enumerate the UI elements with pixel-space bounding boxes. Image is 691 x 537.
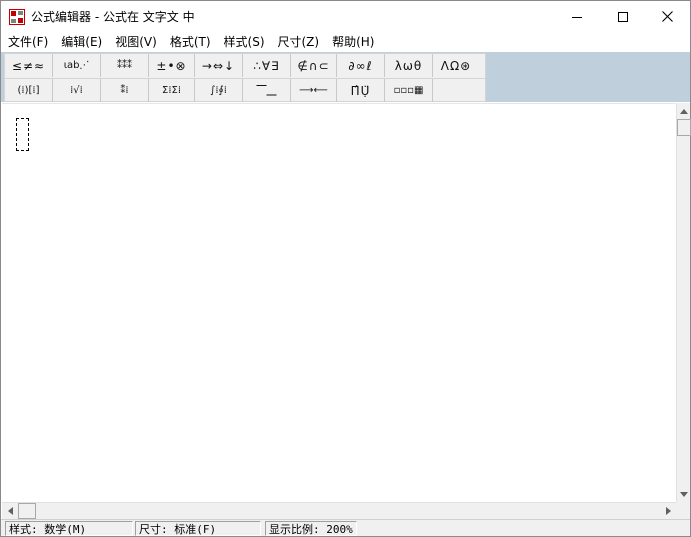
menu-style[interactable]: 样式(S): [217, 32, 271, 52]
integrals-template-button[interactable]: ∫⁞∮⁞: [195, 79, 243, 102]
products-set-template-button[interactable]: Π̂Ụ̈: [337, 79, 385, 102]
operators-palette-button[interactable]: ±•⊗: [149, 54, 195, 77]
maximize-icon: [618, 11, 628, 22]
scroll-down-button[interactable]: [677, 486, 691, 502]
scroll-right-arrow-icon: [665, 507, 671, 515]
equation-editor-window: 公式编辑器 - 公式在 文字文 中 文件(F) 编辑(E) 视图(V) 格式(T…: [0, 0, 691, 537]
scroll-up-button[interactable]: [677, 103, 691, 119]
template-palette-row: (⁞)[⁞] ⁞√⁞ ⁑⁞ Σ⁞Σ⁞ ∫⁞∮⁞ ⎺⎽ ⟶⟵ Π̂Ụ̈ ▫▫▫▦: [5, 78, 485, 102]
window-title: 公式编辑器 - 公式在 文字文 中: [31, 10, 195, 24]
scrollbar-corner: [676, 502, 690, 519]
subscript-superscript-template-button[interactable]: ⁑⁞: [101, 79, 149, 102]
title-bar: 公式编辑器 - 公式在 文字文 中: [1, 1, 690, 32]
menu-file[interactable]: 文件(F): [1, 32, 54, 52]
set-theory-palette-button[interactable]: ∉∩⊂: [291, 54, 337, 77]
logic-palette-button[interactable]: ∴∀∃: [243, 54, 291, 77]
status-style: 样式: 数学(M): [5, 521, 133, 536]
horizontal-scrollbar[interactable]: [2, 502, 676, 519]
scroll-down-arrow-icon: [680, 491, 688, 497]
vertical-scrollbar[interactable]: [676, 103, 691, 502]
status-zoom: 显示比例: 200%: [265, 521, 357, 536]
matrices-template-button[interactable]: ▫▫▫▦: [385, 79, 433, 102]
toolbar-area: ≤≠≈ ⍳ab⋰ ⁑⁑⁑ ±•⊗ →⇔↓ ∴∀∃ ∉∩⊂ ∂∞ℓ λωθ ΛΩ⊛…: [1, 52, 690, 102]
symbol-palette-row: ≤≠≈ ⍳ab⋰ ⁑⁑⁑ ±•⊗ →⇔↓ ∴∀∃ ∉∩⊂ ∂∞ℓ λωθ ΛΩ⊛: [5, 54, 485, 78]
equation-edit-area[interactable]: [2, 103, 675, 502]
menu-help[interactable]: 帮助(H): [325, 32, 380, 52]
scroll-left-arrow-icon: [7, 507, 13, 515]
equation-editor-app-icon[interactable]: [9, 9, 25, 25]
vertical-scroll-thumb[interactable]: [677, 119, 691, 136]
greek-lowercase-palette-button[interactable]: λωθ: [385, 54, 433, 77]
palette-empty-slot: [433, 79, 485, 102]
embellishments-palette-button[interactable]: ⁑⁑⁑: [101, 54, 149, 77]
relations-palette-button[interactable]: ≤≠≈: [5, 54, 53, 77]
status-bar: 样式: 数学(M) 尺寸: 标准(F) 显示比例: 200%: [1, 519, 690, 536]
fences-template-button[interactable]: (⁞)[⁞]: [5, 79, 53, 102]
status-size: 尺寸: 标准(F): [135, 521, 261, 536]
menu-format[interactable]: 格式(T): [163, 32, 217, 52]
scroll-right-button[interactable]: [660, 503, 676, 519]
arrows-palette-button[interactable]: →⇔↓: [195, 54, 243, 77]
fractions-radicals-template-button[interactable]: ⁞√⁞: [53, 79, 101, 102]
horizontal-scroll-thumb[interactable]: [18, 503, 36, 519]
misc-symbols-palette-button[interactable]: ∂∞ℓ: [337, 54, 385, 77]
minimize-button[interactable]: [554, 1, 600, 32]
greek-uppercase-palette-button[interactable]: ΛΩ⊛: [433, 54, 479, 77]
maximize-button[interactable]: [600, 1, 646, 32]
scroll-left-button[interactable]: [2, 503, 18, 519]
menu-size[interactable]: 尺寸(Z): [271, 32, 326, 52]
scroll-up-arrow-icon: [680, 108, 688, 114]
menu-bar: 文件(F) 编辑(E) 视图(V) 格式(T) 样式(S) 尺寸(Z) 帮助(H…: [1, 32, 690, 52]
underbar-overbar-template-button[interactable]: ⎺⎽: [243, 79, 291, 102]
spaces-ellipses-palette-button[interactable]: ⍳ab⋰: [53, 54, 101, 77]
equation-palette: ≤≠≈ ⍳ab⋰ ⁑⁑⁑ ±•⊗ →⇔↓ ∴∀∃ ∉∩⊂ ∂∞ℓ λωθ ΛΩ⊛…: [4, 53, 486, 102]
summation-template-button[interactable]: Σ⁞Σ⁞: [149, 79, 195, 102]
minimize-icon: [572, 16, 582, 18]
empty-equation-slot[interactable]: [16, 118, 29, 151]
close-button[interactable]: [644, 1, 690, 32]
menu-edit[interactable]: 编辑(E): [54, 32, 108, 52]
labeled-arrows-template-button[interactable]: ⟶⟵: [291, 79, 337, 102]
close-icon: [661, 11, 673, 22]
menu-view[interactable]: 视图(V): [108, 32, 163, 52]
